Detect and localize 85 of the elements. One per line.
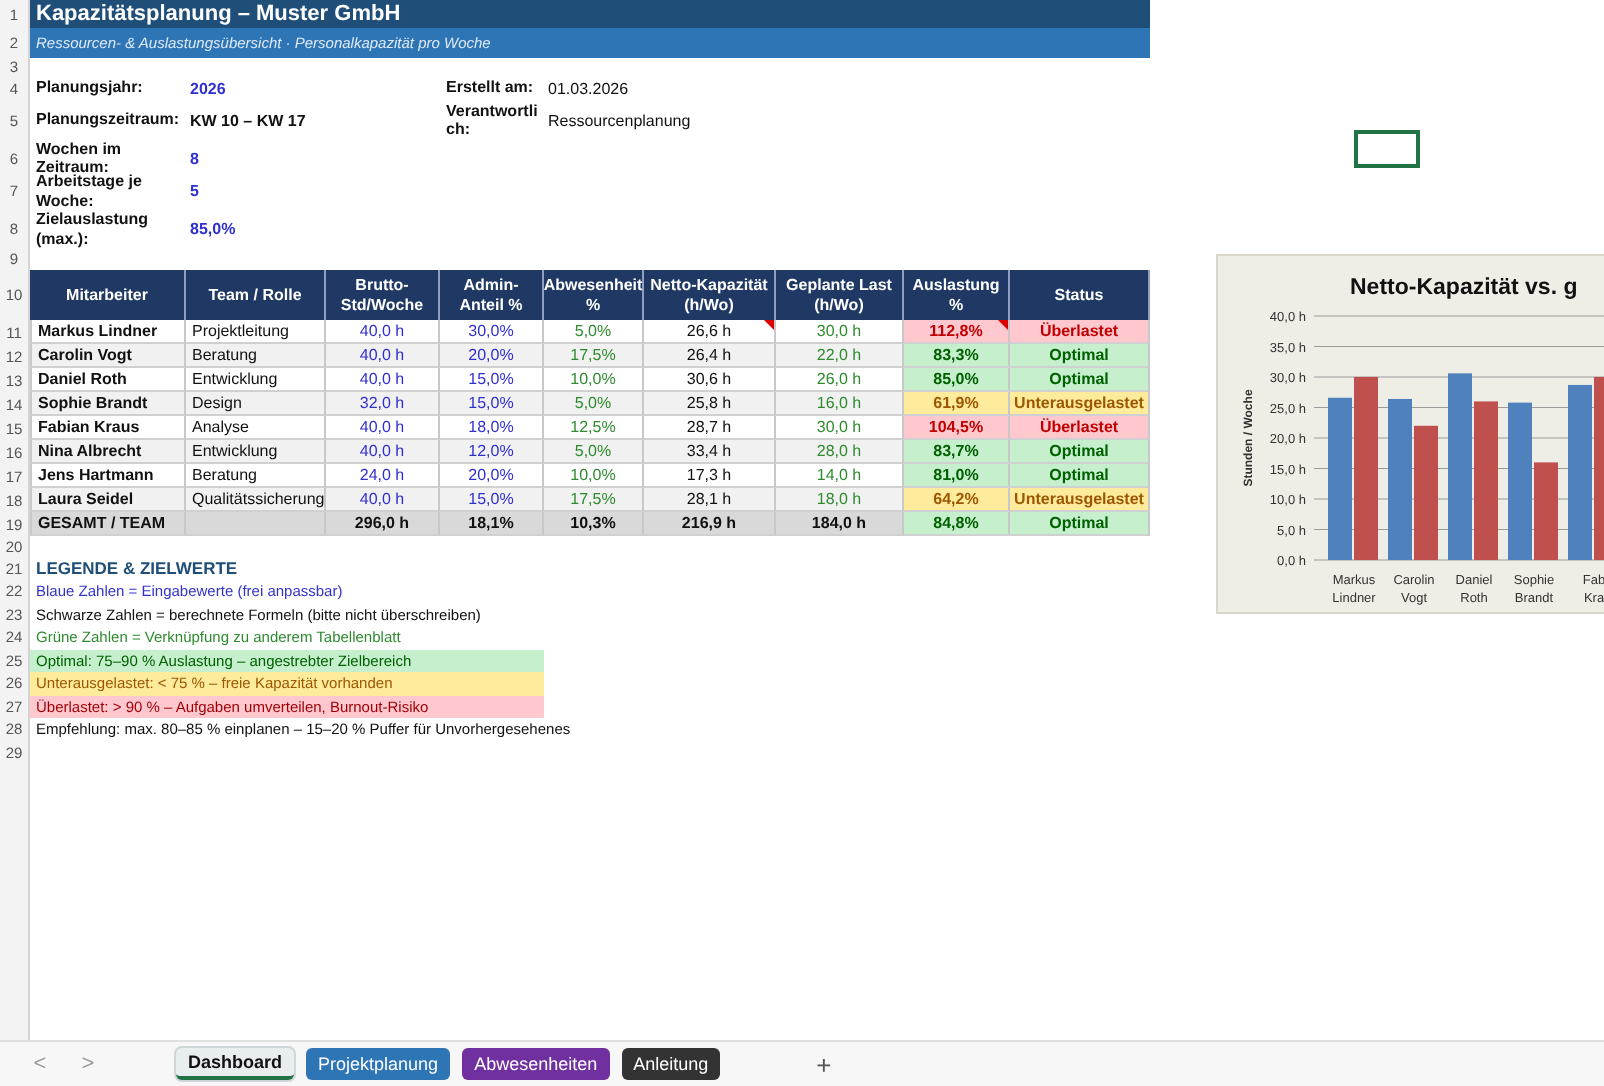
chart-title: Netto-Kapazität vs. g xyxy=(1350,276,1578,300)
sheet-tab[interactable]: Anleitung xyxy=(621,1048,721,1080)
table-cell: GESAMT / TEAM xyxy=(30,512,186,536)
column-header: Mitarbeiter xyxy=(30,270,186,320)
field-value: 2026 xyxy=(188,79,228,97)
table-cell: 17,5% xyxy=(544,488,644,512)
table-cell: Unterausgelastet xyxy=(1010,392,1150,416)
column-header: Brutto-Std/Woche xyxy=(326,270,440,320)
sheet-tab[interactable]: Projektplanung xyxy=(306,1048,451,1080)
field-value: 01.03.2026 xyxy=(546,79,631,97)
table-cell xyxy=(186,512,326,536)
sheet-tab[interactable]: Dashboard xyxy=(176,1048,295,1080)
table-cell: 5,0% xyxy=(544,392,644,416)
table-cell: 84,8% xyxy=(904,512,1010,536)
cell-cursor xyxy=(1354,130,1420,168)
table-cell: 18,1% xyxy=(440,512,544,536)
table-cell: 12,0% xyxy=(440,440,544,464)
column-header: Status xyxy=(1010,270,1150,320)
field-value: 8 xyxy=(188,149,201,168)
table-cell: 15,0% xyxy=(440,392,544,416)
table-cell: 184,0 h xyxy=(776,512,904,536)
field-label: Erstellt am: xyxy=(444,76,536,97)
table-cell: Beratung xyxy=(186,344,326,368)
column-header: Geplante Last (h/Wo) xyxy=(776,270,904,320)
table-cell: 25,8 h xyxy=(644,392,776,416)
table-cell: Optimal xyxy=(1010,464,1150,488)
field-value: 5 xyxy=(188,182,201,200)
section-heading: LEGENDE & ZIELWERTE xyxy=(34,558,240,578)
table-cell: 296,0 h xyxy=(326,512,440,536)
table-cell: Design xyxy=(186,392,326,416)
column-header: Abwesenheit % xyxy=(544,270,644,320)
table-cell: 16,0 h xyxy=(776,392,904,416)
table-cell: Optimal xyxy=(1010,344,1150,368)
table-cell: Überlastet xyxy=(1010,416,1150,440)
table-cell: 33,4 h xyxy=(644,440,776,464)
table-cell: 17,5% xyxy=(544,344,644,368)
column-header: Netto-Kapazität (h/Wo) xyxy=(644,270,776,320)
table-cell: Unterausgelastet xyxy=(1010,488,1150,512)
table-cell: 112,8% xyxy=(904,320,1010,344)
table-cell: 85,0% xyxy=(904,368,1010,392)
table-cell: Überlastet xyxy=(1010,320,1150,344)
table-cell: 83,3% xyxy=(904,344,1010,368)
table-cell: 28,1 h xyxy=(644,488,776,512)
table-cell: Entwicklung xyxy=(186,440,326,464)
table-cell: 216,9 h xyxy=(644,512,776,536)
table-cell: Nina Albrecht xyxy=(30,440,186,464)
table-cell: Optimal xyxy=(1010,440,1150,464)
table-cell: 22,0 h xyxy=(776,344,904,368)
field-value: 85,0% xyxy=(188,220,238,238)
table-cell: 61,9% xyxy=(904,392,1010,416)
title-banner: Kapazitätsplanung – Muster GmbH xyxy=(30,0,1150,28)
field-label: Arbeitstage je Woche: xyxy=(34,172,144,210)
table-cell: Optimal xyxy=(1010,512,1150,536)
table-cell: Carolin Vogt xyxy=(30,344,186,368)
table-cell: 64,2% xyxy=(904,488,1010,512)
table-cell: 104,5% xyxy=(904,416,1010,440)
table-cell: 40,0 h xyxy=(326,488,440,512)
field-label: Zielauslastung (max.): xyxy=(34,210,151,248)
table-cell: Laura Seidel xyxy=(30,488,186,512)
column-header: Admin-Anteil % xyxy=(440,270,544,320)
table-cell: Optimal xyxy=(1010,368,1150,392)
add-sheet-button[interactable]: + xyxy=(808,1049,840,1079)
table-cell: 40,0 h xyxy=(326,344,440,368)
table-cell: 83,7% xyxy=(904,440,1010,464)
table-cell: 32,0 h xyxy=(326,392,440,416)
table-cell: 18,0 h xyxy=(776,488,904,512)
field-value: Ressourcenplanung xyxy=(546,111,693,129)
table-cell: Sophie Brandt xyxy=(30,392,186,416)
field-label: Wochen im Zeitraum: xyxy=(34,140,122,177)
table-cell: 40,0 h xyxy=(326,440,440,464)
table-cell: 15,0% xyxy=(440,488,544,512)
table-cell: 28,0 h xyxy=(776,440,904,464)
table-cell: 81,0% xyxy=(904,464,1010,488)
column-header: Auslastung % xyxy=(904,270,1010,320)
column-header: Team / Rolle xyxy=(186,270,326,320)
field-label: Planungszeitraum: xyxy=(34,110,182,130)
field-label: Planungsjahr: xyxy=(34,78,145,98)
field-label: Verantwortlich: xyxy=(444,100,540,139)
table-cell: 5,0% xyxy=(544,440,644,464)
table-cell: 10,3% xyxy=(544,512,644,536)
table-cell: 26,4 h xyxy=(644,344,776,368)
field-value: KW 10 – KW 17 xyxy=(188,111,308,129)
table-cell: Qualitätssicherung xyxy=(186,488,326,512)
sheet-tab[interactable]: Abwesenheiten xyxy=(462,1048,610,1080)
table-cell: 20,0% xyxy=(440,344,544,368)
